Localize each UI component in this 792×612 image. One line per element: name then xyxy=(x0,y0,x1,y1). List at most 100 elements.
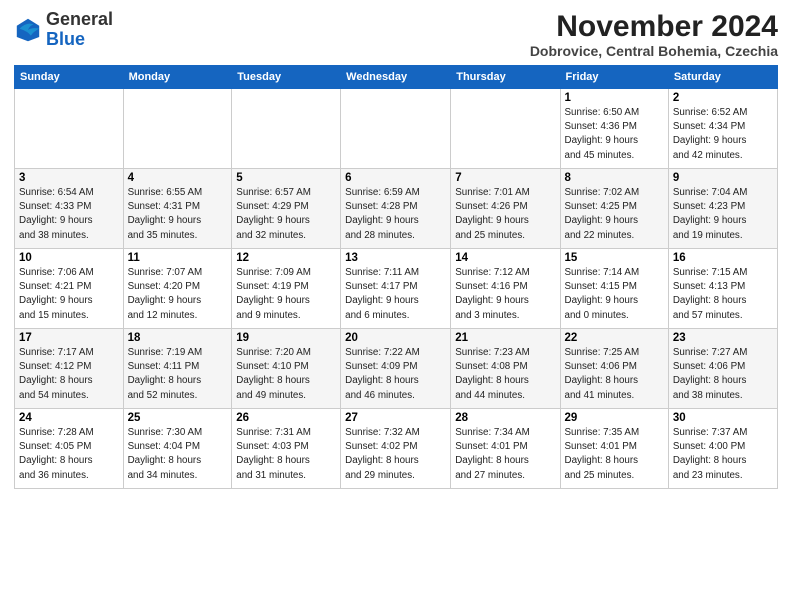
calendar-week-2: 3 Sunrise: 6:54 AMSunset: 4:33 PMDaylight… xyxy=(15,169,778,249)
calendar-cell: 22 Sunrise: 7:25 AMSunset: 4:06 PMDayligh… xyxy=(560,329,668,409)
day-number: 29 xyxy=(565,412,664,424)
day-number: 25 xyxy=(128,412,228,424)
day-info: Sunrise: 7:09 AMSunset: 4:19 PMDaylight:… xyxy=(236,266,336,323)
day-info: Sunrise: 7:23 AMSunset: 4:08 PMDaylight:… xyxy=(455,346,555,403)
day-number: 6 xyxy=(345,172,446,184)
calendar-cell: 24 Sunrise: 7:28 AMSunset: 4:05 PMDayligh… xyxy=(15,409,124,489)
calendar-cell: 26Sunrise: 7:31 AMSunset: 4:03 PMDayligh… xyxy=(232,409,341,489)
day-number: 22 xyxy=(565,332,664,344)
calendar-cell xyxy=(341,89,451,169)
calendar-cell: 17Sunrise: 7:17 AMSunset: 4:12 PMDayligh… xyxy=(15,329,124,409)
day-number: 12 xyxy=(236,252,336,264)
day-number: 16 xyxy=(673,252,773,264)
day-info: Sunrise: 7:25 AMSunset: 4:06 PMDaylight:… xyxy=(565,346,664,403)
day-info: Sunrise: 6:55 AMSunset: 4:31 PMDaylight:… xyxy=(128,186,228,243)
calendar-cell: 21 Sunrise: 7:23 AMSunset: 4:08 PMDayligh… xyxy=(451,329,560,409)
calendar-cell: 10 Sunrise: 7:06 AMSunset: 4:21 PMDayligh… xyxy=(15,249,124,329)
calendar-table: SundayMondayTuesdayWednesdayThursdayFrid… xyxy=(14,65,778,489)
calendar-cell: 2Sunrise: 6:52 AMSunset: 4:34 PMDaylight… xyxy=(668,89,777,169)
calendar-cell: 9 Sunrise: 7:04 AMSunset: 4:23 PMDaylight… xyxy=(668,169,777,249)
day-info: Sunrise: 7:27 AMSunset: 4:06 PMDaylight:… xyxy=(673,346,773,403)
day-info: Sunrise: 7:02 AMSunset: 4:25 PMDaylight:… xyxy=(565,186,664,243)
day-info: Sunrise: 7:28 AMSunset: 4:05 PMDaylight:… xyxy=(19,426,119,483)
day-number: 27 xyxy=(345,412,446,424)
calendar-week-1: 1Sunrise: 6:50 AMSunset: 4:36 PMDaylight… xyxy=(15,89,778,169)
day-info: Sunrise: 7:07 AMSunset: 4:20 PMDaylight:… xyxy=(128,266,228,323)
weekday-header-monday: Monday xyxy=(123,66,232,89)
day-number: 4 xyxy=(128,172,228,184)
day-info: Sunrise: 7:11 AMSunset: 4:17 PMDaylight:… xyxy=(345,266,446,323)
weekday-header-tuesday: Tuesday xyxy=(232,66,341,89)
day-number: 10 xyxy=(19,252,119,264)
calendar-cell: 6 Sunrise: 6:59 AMSunset: 4:28 PMDaylight… xyxy=(341,169,451,249)
day-info: Sunrise: 6:54 AMSunset: 4:33 PMDaylight:… xyxy=(19,186,119,243)
calendar-cell: 29 Sunrise: 7:35 AMSunset: 4:01 PMDayligh… xyxy=(560,409,668,489)
day-number: 28 xyxy=(455,412,555,424)
calendar-cell: 16 Sunrise: 7:15 AMSunset: 4:13 PMDayligh… xyxy=(668,249,777,329)
calendar-cell: 11 Sunrise: 7:07 AMSunset: 4:20 PMDayligh… xyxy=(123,249,232,329)
day-number: 3 xyxy=(19,172,119,184)
day-number: 24 xyxy=(19,412,119,424)
calendar-cell: 19Sunrise: 7:20 AMSunset: 4:10 PMDayligh… xyxy=(232,329,341,409)
calendar-cell: 4 Sunrise: 6:55 AMSunset: 4:31 PMDaylight… xyxy=(123,169,232,249)
calendar-cell: 20 Sunrise: 7:22 AMSunset: 4:09 PMDayligh… xyxy=(341,329,451,409)
header: General Blue November 2024 Dobrovice, Ce… xyxy=(14,10,778,59)
calendar-cell: 12 Sunrise: 7:09 AMSunset: 4:19 PMDayligh… xyxy=(232,249,341,329)
calendar-cell: 8Sunrise: 7:02 AMSunset: 4:25 PMDaylight… xyxy=(560,169,668,249)
day-number: 15 xyxy=(565,252,664,264)
day-info: Sunrise: 7:15 AMSunset: 4:13 PMDaylight:… xyxy=(673,266,773,323)
day-info: Sunrise: 7:30 AMSunset: 4:04 PMDaylight:… xyxy=(128,426,228,483)
day-info: Sunrise: 7:22 AMSunset: 4:09 PMDaylight:… xyxy=(345,346,446,403)
calendar-cell: 7 Sunrise: 7:01 AMSunset: 4:26 PMDaylight… xyxy=(451,169,560,249)
calendar-cell xyxy=(232,89,341,169)
day-info: Sunrise: 6:59 AMSunset: 4:28 PMDaylight:… xyxy=(345,186,446,243)
calendar-cell xyxy=(15,89,124,169)
logo-general: General xyxy=(46,9,113,29)
calendar-cell: 23 Sunrise: 7:27 AMSunset: 4:06 PMDayligh… xyxy=(668,329,777,409)
calendar-cell: 15 Sunrise: 7:14 AMSunset: 4:15 PMDayligh… xyxy=(560,249,668,329)
logo-icon xyxy=(14,16,42,44)
page-container: General Blue November 2024 Dobrovice, Ce… xyxy=(0,0,792,497)
calendar-week-4: 17Sunrise: 7:17 AMSunset: 4:12 PMDayligh… xyxy=(15,329,778,409)
month-title: November 2024 xyxy=(530,10,778,43)
day-number: 30 xyxy=(673,412,773,424)
day-info: Sunrise: 7:19 AMSunset: 4:11 PMDaylight:… xyxy=(128,346,228,403)
calendar-cell: 3 Sunrise: 6:54 AMSunset: 4:33 PMDaylight… xyxy=(15,169,124,249)
title-block: November 2024 Dobrovice, Central Bohemia… xyxy=(530,10,778,59)
weekday-header-friday: Friday xyxy=(560,66,668,89)
day-number: 1 xyxy=(565,92,664,104)
weekday-header-wednesday: Wednesday xyxy=(341,66,451,89)
day-info: Sunrise: 7:01 AMSunset: 4:26 PMDaylight:… xyxy=(455,186,555,243)
calendar-cell: 18 Sunrise: 7:19 AMSunset: 4:11 PMDayligh… xyxy=(123,329,232,409)
day-info: Sunrise: 7:14 AMSunset: 4:15 PMDaylight:… xyxy=(565,266,664,323)
day-number: 21 xyxy=(455,332,555,344)
day-number: 19 xyxy=(236,332,336,344)
calendar-cell: 1Sunrise: 6:50 AMSunset: 4:36 PMDaylight… xyxy=(560,89,668,169)
day-number: 11 xyxy=(128,252,228,264)
day-number: 20 xyxy=(345,332,446,344)
calendar-week-3: 10 Sunrise: 7:06 AMSunset: 4:21 PMDayligh… xyxy=(15,249,778,329)
day-number: 5 xyxy=(236,172,336,184)
day-info: Sunrise: 7:04 AMSunset: 4:23 PMDaylight:… xyxy=(673,186,773,243)
day-info: Sunrise: 7:12 AMSunset: 4:16 PMDaylight:… xyxy=(455,266,555,323)
day-number: 7 xyxy=(455,172,555,184)
day-number: 2 xyxy=(673,92,773,104)
day-number: 23 xyxy=(673,332,773,344)
logo-text: General Blue xyxy=(46,10,113,50)
day-number: 13 xyxy=(345,252,446,264)
calendar-header-row: SundayMondayTuesdayWednesdayThursdayFrid… xyxy=(15,66,778,89)
day-info: Sunrise: 7:06 AMSunset: 4:21 PMDaylight:… xyxy=(19,266,119,323)
calendar-cell: 27Sunrise: 7:32 AMSunset: 4:02 PMDayligh… xyxy=(341,409,451,489)
calendar-cell: 28Sunrise: 7:34 AMSunset: 4:01 PMDayligh… xyxy=(451,409,560,489)
day-number: 18 xyxy=(128,332,228,344)
weekday-header-sunday: Sunday xyxy=(15,66,124,89)
weekday-header-thursday: Thursday xyxy=(451,66,560,89)
day-info: Sunrise: 7:31 AMSunset: 4:03 PMDaylight:… xyxy=(236,426,336,483)
location: Dobrovice, Central Bohemia, Czechia xyxy=(530,43,778,59)
calendar-week-5: 24 Sunrise: 7:28 AMSunset: 4:05 PMDayligh… xyxy=(15,409,778,489)
day-number: 9 xyxy=(673,172,773,184)
logo-blue: Blue xyxy=(46,29,85,49)
day-info: Sunrise: 7:35 AMSunset: 4:01 PMDaylight:… xyxy=(565,426,664,483)
day-number: 14 xyxy=(455,252,555,264)
day-info: Sunrise: 7:37 AMSunset: 4:00 PMDaylight:… xyxy=(673,426,773,483)
